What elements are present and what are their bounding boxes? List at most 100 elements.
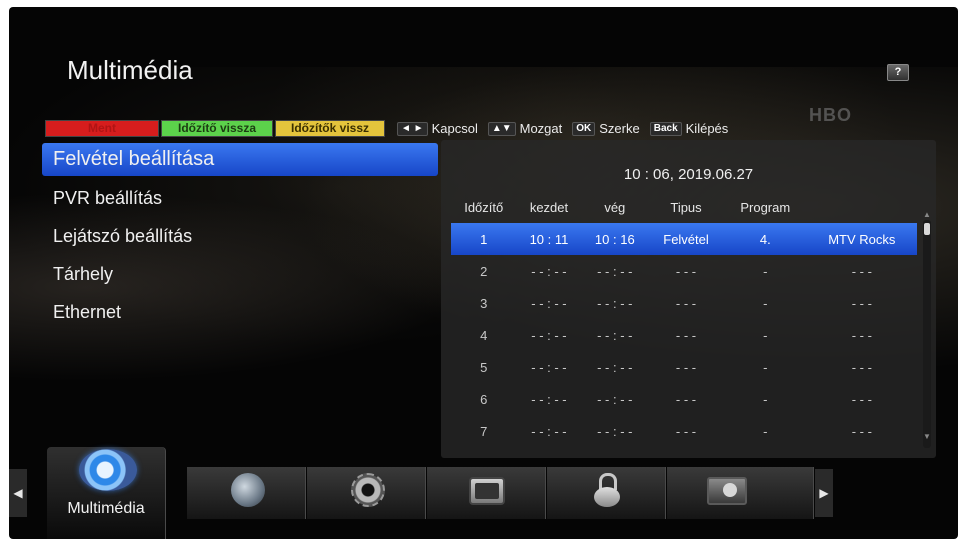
tv-screen: Multimédia ? HBO Ment Időzítő vissza Idő… (9, 7, 958, 539)
up-down-key-icon: ▲▼ (487, 121, 516, 136)
current-time: 10 : 06, 2019.06.27 (623, 166, 754, 183)
nav-tab-settings[interactable] (307, 467, 426, 519)
nav-right-arrow-icon[interactable]: ▶ (815, 469, 833, 517)
timer-panel: 10 : 06, 2019.06.27 Időzítő kezdet vég T… (441, 140, 936, 458)
timer-channel: - - - (851, 423, 872, 439)
timer-type: - - - (675, 359, 697, 375)
timer-number: 4 (480, 327, 488, 343)
hint-edit: OK Szerke (572, 121, 640, 136)
timer-program: 4. (723, 223, 807, 255)
yellow-key-timers-reset[interactable]: Időzítők vissz (275, 120, 385, 137)
timer-type: Felvétel (648, 223, 724, 255)
table-row[interactable]: 7 - - : - - - - : - - - - - - - - - (451, 415, 917, 447)
timer-start: - - : - - (531, 359, 567, 375)
timer-start: 10 : 11 (516, 223, 582, 255)
hint-label: Kapcsol (431, 121, 478, 136)
tv-icon (469, 477, 505, 505)
timer-program: - (763, 359, 768, 375)
hint-label: Kilépés (685, 121, 729, 136)
gear-icon (351, 473, 385, 507)
timer-end: - - : - - (597, 359, 633, 375)
timer-number: 1 (451, 223, 517, 255)
col-end: vég (604, 200, 626, 215)
menu-item-pvr-settings[interactable]: PVR beállítás (42, 179, 438, 217)
timer-end: - - : - - (597, 263, 633, 279)
channel-logo: HBO (809, 105, 852, 125)
timer-start: - - : - - (531, 423, 567, 439)
col-channel (807, 192, 917, 223)
timer-channel: - - - (851, 359, 872, 375)
timer-channel: - - - (851, 391, 872, 407)
table-row[interactable]: 2 - - : - - - - : - - - - - - - - - (451, 255, 917, 287)
timer-end: - - : - - (597, 423, 633, 439)
timer-number: 5 (480, 359, 488, 375)
timer-program: - (763, 391, 768, 407)
ok-key-icon: OK (572, 121, 596, 136)
timer-start: - - : - - (531, 391, 567, 407)
timer-end: - - : - - (597, 391, 633, 407)
timer-start: - - : - - (531, 327, 567, 343)
timer-channel: - - - (851, 295, 872, 311)
nav-tab-network[interactable] (187, 467, 306, 519)
timer-program: - (763, 423, 768, 439)
bottom-nav: ◀ Multimédia ▶ (9, 447, 958, 539)
menu-item-storage[interactable]: Tárhely (42, 255, 438, 293)
table-row[interactable]: 5 - - : - - - - : - - - - - - - - - (451, 351, 917, 383)
film-icon (707, 477, 747, 505)
timer-start: - - : - - (531, 295, 567, 311)
col-type: Tipus (670, 200, 702, 215)
timer-channel: - - - (851, 263, 872, 279)
function-key-bar: Ment Időzítő vissza Időzítők vissz ◄ ► K… (45, 120, 728, 137)
multimedia-icon (79, 449, 137, 491)
timer-type: - - - (675, 327, 697, 343)
timer-number: 6 (480, 391, 488, 407)
timer-type: - - - (675, 263, 697, 279)
col-start: kezdet (529, 200, 569, 215)
col-program: Program (740, 200, 791, 215)
timer-program: - (763, 263, 768, 279)
table-row[interactable]: 6 - - : - - - - : - - - - - - - - - (451, 383, 917, 415)
timer-type: - - - (675, 391, 697, 407)
menu-item-ethernet[interactable]: Ethernet (42, 293, 438, 331)
timer-end: - - : - - (597, 295, 633, 311)
timer-channel: MTV Rocks (806, 223, 917, 255)
page-title: Multimédia (67, 55, 193, 85)
timer-program: - (763, 295, 768, 311)
timer-number: 7 (480, 423, 488, 439)
timer-type: - - - (675, 295, 697, 311)
red-key-save[interactable]: Ment (45, 120, 159, 137)
hint-switch: ◄ ► Kapcsol (397, 121, 478, 136)
timer-channel: - - - (851, 327, 872, 343)
hint-exit: Back Kilépés (649, 121, 729, 136)
help-icon[interactable]: ? (887, 64, 909, 81)
nav-left-arrow-icon[interactable]: ◀ (9, 469, 27, 517)
menu-item-recording-settings[interactable]: Felvétel beállítása (42, 143, 438, 176)
col-timer: Időzítő (464, 200, 504, 215)
nav-active-label: Multimédia (67, 500, 145, 517)
nav-tab-multimedia[interactable]: Multimédia (47, 447, 166, 539)
nav-tab-lock[interactable] (547, 467, 666, 519)
green-key-timer-reset[interactable]: Időzítő vissza (161, 120, 273, 137)
timer-number: 2 (480, 263, 488, 279)
hint-move: ▲▼ Mozgat (487, 121, 562, 136)
scroll-thumb[interactable] (924, 223, 930, 235)
lock-icon (594, 473, 620, 507)
timer-number: 3 (480, 295, 488, 311)
back-key-icon: Back (649, 121, 682, 136)
timer-end: 10 : 16 (581, 223, 649, 255)
table-header: Időzítő kezdet vég Tipus Program (451, 192, 917, 223)
settings-menu: Felvétel beállítása PVR beállítás Lejáts… (42, 143, 438, 331)
table-row[interactable]: 3 - - : - - - - : - - - - - - - - - (451, 287, 917, 319)
globe-icon (231, 473, 265, 507)
scrollbar[interactable] (923, 220, 931, 448)
scroll-down-icon[interactable]: ▼ (923, 432, 931, 441)
scroll-up-icon[interactable]: ▲ (923, 210, 931, 219)
table-row[interactable]: 4 - - : - - - - : - - - - - - - - - (451, 319, 917, 351)
timer-table: Időzítő kezdet vég Tipus Program 1 10 : … (451, 192, 917, 447)
nav-tab-tv[interactable] (427, 467, 546, 519)
menu-item-player-settings[interactable]: Lejátszó beállítás (42, 217, 438, 255)
timer-type: - - - (675, 423, 697, 439)
timer-program: - (763, 327, 768, 343)
nav-tab-media[interactable] (667, 467, 814, 519)
table-row[interactable]: 1 10 : 11 10 : 16 Felvétel 4. MTV Rocks (451, 223, 917, 255)
